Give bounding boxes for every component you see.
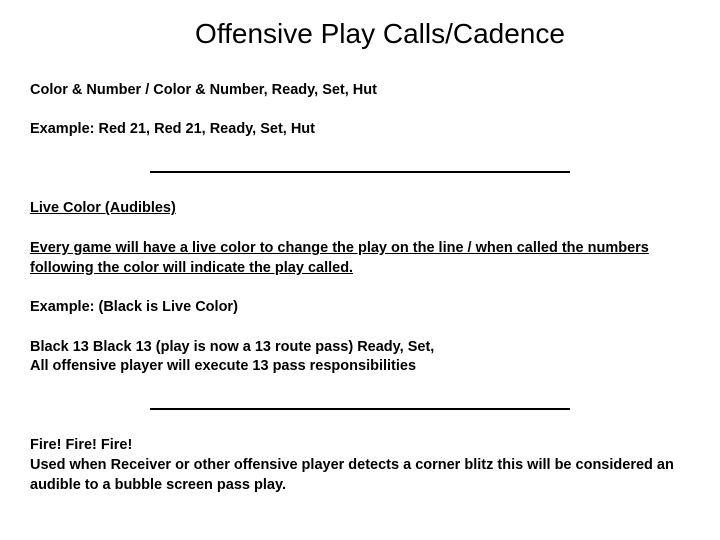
live-color-example-body: Black 13 Black 13 (play is now a 13 rout… [30,338,690,377]
page-title: Offensive Play Calls/Cadence [30,15,690,53]
live-color-example-line2: All offensive player will execute 13 pas… [30,357,690,377]
fire-section: Fire! Fire! Fire! Used when Receiver or … [30,436,690,495]
cadence-example: Example: Red 21, Red 21, Ready, Set, Hut [30,120,690,140]
cadence-format: Color & Number / Color & Number, Ready, … [30,81,690,101]
fire-description: Used when Receiver or other offensive pl… [30,456,690,495]
section-heading-live-color: Live Color (Audibles) [30,199,690,219]
divider [30,397,690,417]
live-color-description: Every game will have a live color to cha… [30,239,690,278]
live-color-example-label: Example: (Black is Live Color) [30,298,690,318]
live-color-example-line1: Black 13 Black 13 (play is now a 13 rout… [30,338,690,358]
fire-call: Fire! Fire! Fire! [30,436,690,456]
divider [30,160,690,180]
